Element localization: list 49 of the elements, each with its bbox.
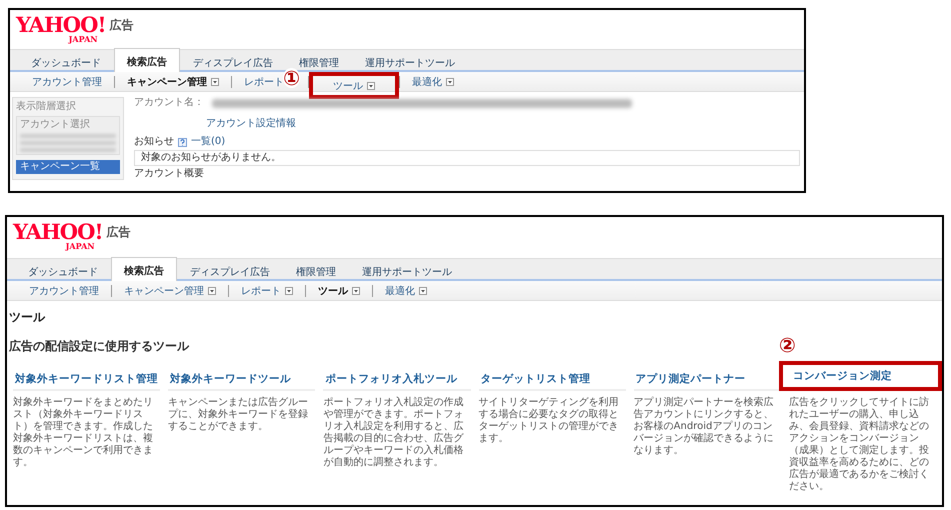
nav-tab[interactable]: ディスプレイ広告 bbox=[180, 52, 286, 72]
logo-wordmark: YAHOO! bbox=[13, 221, 103, 242]
account-name-label: アカウント名： bbox=[134, 97, 204, 109]
subnav-item[interactable]: ツール bbox=[309, 72, 399, 99]
tool-link[interactable]: ポートフォリオ入札ツール bbox=[323, 369, 470, 391]
callout-number: ② bbox=[778, 335, 796, 355]
nav-tab[interactable]: 検索広告 bbox=[111, 257, 177, 281]
logo-wordmark: YAHOO! bbox=[16, 14, 106, 35]
subnav-item[interactable]: アカウント管理 bbox=[17, 281, 111, 300]
tool-description: アプリ測定パートナーを検索広告アカウントにリンクすると、お客様のAndroidアプリのコンバージョンが確認できるようになります。 bbox=[634, 397, 775, 457]
nav-tab[interactable]: 検索広告 bbox=[114, 48, 180, 72]
logo-region: JAPAN bbox=[68, 35, 98, 43]
tool-link[interactable]: 対象外キーワードリスト管理 bbox=[13, 369, 160, 391]
nav-tab[interactable]: ダッシュボード bbox=[18, 52, 114, 72]
tool-link[interactable]: 対象外キーワードツール bbox=[168, 369, 316, 391]
subnav-item[interactable]: ツール bbox=[306, 281, 372, 300]
notice-title: お知らせ bbox=[134, 136, 174, 148]
section-title: 広告の配信設定に使用するツール bbox=[9, 338, 189, 355]
logo-region: JAPAN bbox=[66, 242, 95, 250]
tool-link[interactable]: ターゲットリスト管理 bbox=[478, 369, 626, 391]
tool-description: 広告をクリックしてサイトに訪れたユーザーの購入、申し込み、会員登録、資料請求などのアクションをコンバージョン（成果）として測定します。投資収益率を高めるために、どの広告が最適であるかをご検討ください。 bbox=[788, 397, 930, 493]
subnav-item[interactable]: 最適化 bbox=[400, 72, 466, 91]
tool-description: 対象外キーワードをまとめたリスト（対象外キーワードリスト）を管理できます。作成した対象外キーワードリストは、複数のキャンペーンで利用できます。 bbox=[13, 397, 154, 469]
nav-tab[interactable]: ダッシュボード bbox=[15, 261, 111, 281]
tool-link[interactable]: コンバージョン測定 bbox=[778, 361, 942, 391]
tool-description: ポートフォリオ入札設定の作成や管理ができます。ポートフォリオ入札設定を利用すると、広告掲載の目的に合わせ、広告グループやキーワードの入札価格が自動的に調整されます。 bbox=[323, 397, 464, 469]
nav-tab[interactable]: ディスプレイ広告 bbox=[177, 261, 283, 281]
tool-description: キャンペーンまたは広告グループに、対象外キーワードを登録することができます。 bbox=[168, 397, 310, 433]
subnav-item[interactable]: 最適化 bbox=[373, 281, 439, 300]
service-name: 広告 bbox=[110, 17, 134, 34]
subnav-item[interactable]: レポート bbox=[229, 281, 305, 300]
callout-number: ① bbox=[283, 68, 300, 88]
help-icon[interactable] bbox=[178, 138, 187, 146]
tool-link[interactable]: アプリ測定パートナー bbox=[634, 369, 781, 391]
subnav-item[interactable]: アカウント管理 bbox=[20, 72, 114, 91]
tool-description: サイトリターゲティングを利用する場合に必要なタグの取得とターゲットリストの管理ができます。 bbox=[478, 397, 620, 445]
notice-list-link[interactable]: 一覧(0) bbox=[191, 136, 226, 148]
subnav-item[interactable]: キャンペーン管理 bbox=[115, 72, 231, 91]
sidebar-title: 表示階層選択 bbox=[16, 101, 77, 113]
service-name: 広告 bbox=[106, 224, 131, 241]
account-settings-link[interactable]: アカウント設定情報 bbox=[206, 118, 296, 129]
notice-message: 対象のお知らせがありません。 bbox=[134, 150, 800, 166]
campaign-list-item[interactable]: キャンペーン一覧 bbox=[16, 160, 120, 174]
subnav-item[interactable]: キャンペーン管理 bbox=[112, 281, 228, 300]
page-title: ツール bbox=[9, 309, 45, 326]
nav-tab[interactable]: 権限管理 bbox=[283, 261, 349, 281]
nav-tab[interactable]: 運用サポートツール bbox=[349, 261, 465, 281]
nav-tab[interactable]: 運用サポートツール bbox=[352, 52, 468, 72]
summary-title: アカウント概要 bbox=[134, 168, 205, 180]
